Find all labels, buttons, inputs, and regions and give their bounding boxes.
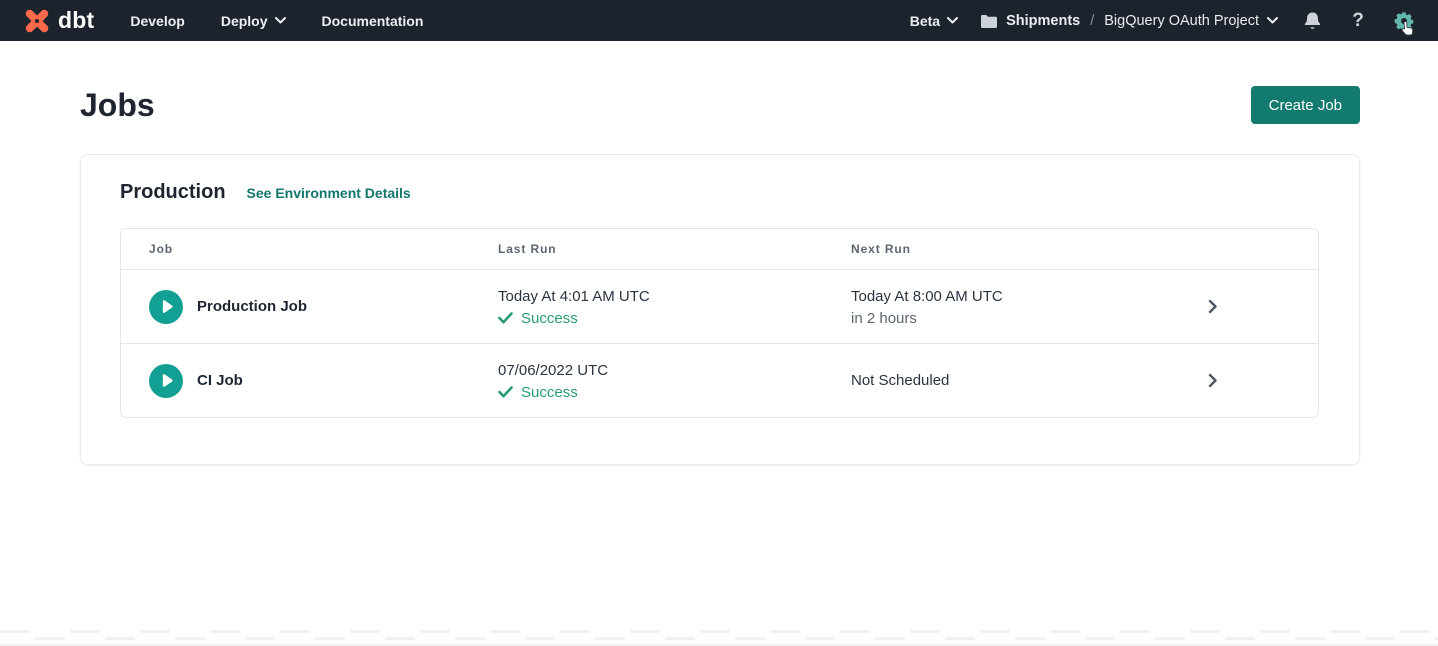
table-row-production-job[interactable]: Production Job Today At 4:01 AM UTC Succ… <box>121 269 1318 343</box>
check-icon <box>498 312 513 324</box>
job-cell: Production Job <box>121 290 498 324</box>
chevron-right-icon <box>1208 373 1217 388</box>
chevron-down-icon <box>947 17 958 24</box>
bell-icon <box>1303 11 1322 31</box>
nav-item-deploy[interactable]: Deploy <box>221 13 286 29</box>
play-icon <box>160 374 173 388</box>
chevron-down-icon <box>275 17 286 24</box>
nav-item-label: Documentation <box>322 13 424 29</box>
beta-dropdown[interactable]: Beta <box>910 13 958 29</box>
nav-item-documentation[interactable]: Documentation <box>322 13 424 29</box>
nav-item-label: Develop <box>130 13 184 29</box>
next-run-cell: Not Scheduled <box>851 371 1153 391</box>
next-run-relative: in 2 hours <box>851 310 1153 327</box>
last-run-cell: 07/06/2022 UTC Success <box>498 361 851 401</box>
environment-card: Production See Environment Details Job L… <box>80 154 1360 465</box>
nav-links: Develop Deploy Documentation <box>130 13 423 29</box>
notifications-button[interactable] <box>1300 9 1324 33</box>
project-breadcrumb[interactable]: Shipments / BigQuery OAuth Project <box>980 13 1278 29</box>
jobs-table-header: Job Last Run Next Run <box>121 229 1318 269</box>
run-job-button[interactable] <box>149 290 183 324</box>
column-header-next-run: Next Run <box>851 242 1153 256</box>
next-run-time: Not Scheduled <box>851 371 1153 391</box>
play-icon <box>160 300 173 314</box>
chevron-down-icon <box>1267 17 1278 24</box>
column-header-job: Job <box>121 242 498 256</box>
next-run-cell: Today At 8:00 AM UTC in 2 hours <box>851 287 1153 327</box>
dbt-logo-icon <box>24 8 50 34</box>
page-header: Jobs Create Job <box>80 86 1360 124</box>
row-detail-chevron[interactable] <box>1153 299 1318 314</box>
row-detail-chevron[interactable] <box>1153 373 1318 388</box>
next-run-time: Today At 8:00 AM UTC <box>851 287 1153 307</box>
job-name: Production Job <box>197 298 307 315</box>
column-header-last-run: Last Run <box>498 242 851 256</box>
settings-button[interactable] <box>1392 9 1416 33</box>
folder-icon <box>980 14 998 28</box>
page-bottom-artifact <box>0 630 1438 646</box>
nav-item-label: Deploy <box>221 13 268 29</box>
nav-item-develop[interactable]: Develop <box>130 13 184 29</box>
cursor-pointer <box>1401 20 1415 36</box>
environment-card-header: Production See Environment Details <box>120 181 1319 204</box>
breadcrumb-separator: / <box>1088 13 1096 29</box>
breadcrumb-project: Shipments <box>1006 13 1080 29</box>
create-job-button[interactable]: Create Job <box>1251 86 1360 124</box>
jobs-table: Job Last Run Next Run Production Job Tod… <box>120 228 1319 418</box>
help-button[interactable]: ? <box>1346 9 1370 33</box>
last-run-cell: Today At 4:01 AM UTC Success <box>498 287 851 327</box>
top-nav: dbt Develop Deploy Documentation Beta Sh… <box>0 0 1438 41</box>
last-run-time: 07/06/2022 UTC <box>498 361 851 381</box>
job-cell: CI Job <box>121 364 498 398</box>
help-icon: ? <box>1352 11 1364 30</box>
dbt-logo[interactable]: dbt <box>24 7 94 34</box>
beta-label: Beta <box>910 13 940 29</box>
breadcrumb-environment: BigQuery OAuth Project <box>1104 13 1259 29</box>
dbt-logo-text: dbt <box>58 7 94 34</box>
nav-right: Beta Shipments / BigQuery OAuth Project … <box>910 9 1416 33</box>
environment-title: Production <box>120 181 226 204</box>
job-name: CI Job <box>197 372 243 389</box>
status-badge: Success <box>521 310 578 327</box>
last-run-time: Today At 4:01 AM UTC <box>498 287 851 307</box>
table-row-ci-job[interactable]: CI Job 07/06/2022 UTC Success Not Schedu… <box>121 343 1318 417</box>
status-badge: Success <box>521 384 578 401</box>
run-job-button[interactable] <box>149 364 183 398</box>
see-environment-details-link[interactable]: See Environment Details <box>247 185 411 201</box>
check-icon <box>498 386 513 398</box>
chevron-right-icon <box>1208 299 1217 314</box>
page-title: Jobs <box>80 86 155 124</box>
